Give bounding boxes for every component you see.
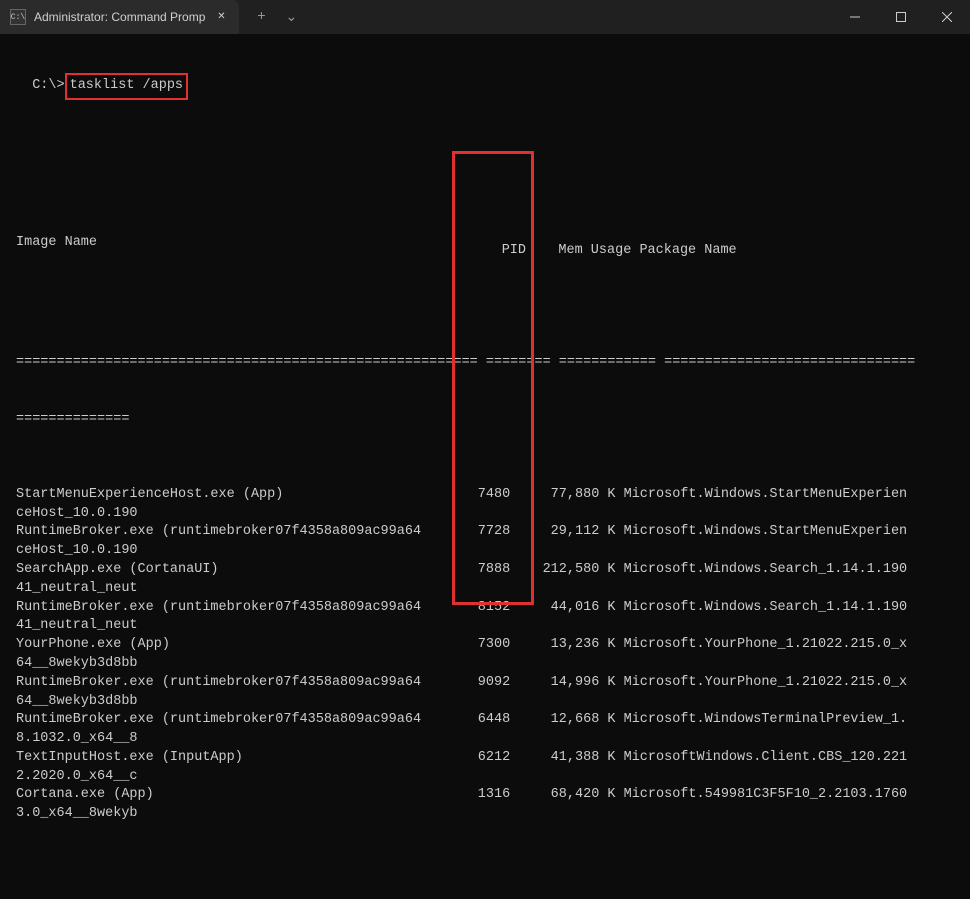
table-row: SearchApp.exe (CortanaUI) 7888 212,580 K… <box>16 561 954 580</box>
titlebar: C:\ Administrator: Command Promp ✕ + ⌄ <box>0 0 970 34</box>
separator: ========================================… <box>16 354 954 373</box>
tab-title: Administrator: Command Promp <box>34 10 205 24</box>
terminal-tab[interactable]: C:\ Administrator: Command Promp ✕ <box>0 0 239 34</box>
separator: ============== <box>16 411 954 430</box>
table-row-wrap: 64__8wekyb3d8bb <box>16 655 954 674</box>
window-controls <box>832 0 970 34</box>
table-row-wrap: ceHost_10.0.190 <box>16 542 954 561</box>
tab-actions: + ⌄ <box>239 9 299 26</box>
prompt-line: C:\>tasklist /apps <box>32 73 188 100</box>
tab-close-button[interactable]: ✕ <box>213 9 229 25</box>
header-mem: Mem Usage <box>558 243 631 258</box>
table-row: YourPhone.exe (App) 7300 13,236 K Micros… <box>16 636 954 655</box>
tab-dropdown-button[interactable]: ⌄ <box>283 9 299 26</box>
table-row-wrap: 2.2020.0_x64__c <box>16 768 954 787</box>
table-row-wrap: 64__8wekyb3d8bb <box>16 693 954 712</box>
table-row-wrap: 3.0_x64__8wekyb <box>16 805 954 824</box>
table-row-wrap: 8.1032.0_x64__8 <box>16 730 954 749</box>
table-row-wrap: ceHost_10.0.190 <box>16 505 954 524</box>
table-row: RuntimeBroker.exe (runtimebroker07f4358a… <box>16 523 954 542</box>
table-row: Cortana.exe (App) 1316 68,420 K Microsof… <box>16 786 954 805</box>
prompt-prefix: C:\> <box>32 78 64 93</box>
maximize-button[interactable] <box>878 0 924 34</box>
header-image-name: Image Name <box>16 234 446 253</box>
table-row: RuntimeBroker.exe (runtimebroker07f4358a… <box>16 674 954 693</box>
table-row-wrap: 41_neutral_neut <box>16 580 954 599</box>
header-pkg: Package Name <box>639 243 736 258</box>
new-tab-button[interactable]: + <box>253 9 269 25</box>
cmd-icon: C:\ <box>10 9 26 25</box>
minimize-button[interactable] <box>832 0 878 34</box>
close-button[interactable] <box>924 0 970 34</box>
table-row-wrap: 41_neutral_neut <box>16 617 954 636</box>
tasklist-output: Image NamePID Mem Usage Package Name ===… <box>16 159 954 880</box>
command-highlight: tasklist /apps <box>65 73 188 100</box>
table-row: RuntimeBroker.exe (runtimebroker07f4358a… <box>16 711 954 730</box>
table-row: TextInputHost.exe (InputApp) 6212 41,388… <box>16 749 954 768</box>
header-row: Image NamePID Mem Usage Package Name <box>16 234 954 261</box>
terminal-output[interactable]: C:\>tasklist /apps Image NamePID Mem Usa… <box>0 34 970 899</box>
titlebar-left: C:\ Administrator: Command Promp ✕ + ⌄ <box>0 0 299 34</box>
table-row: StartMenuExperienceHost.exe (App) 7480 7… <box>16 486 954 505</box>
header-pid: PID <box>446 242 526 261</box>
table-row: RuntimeBroker.exe (runtimebroker07f4358a… <box>16 599 954 618</box>
